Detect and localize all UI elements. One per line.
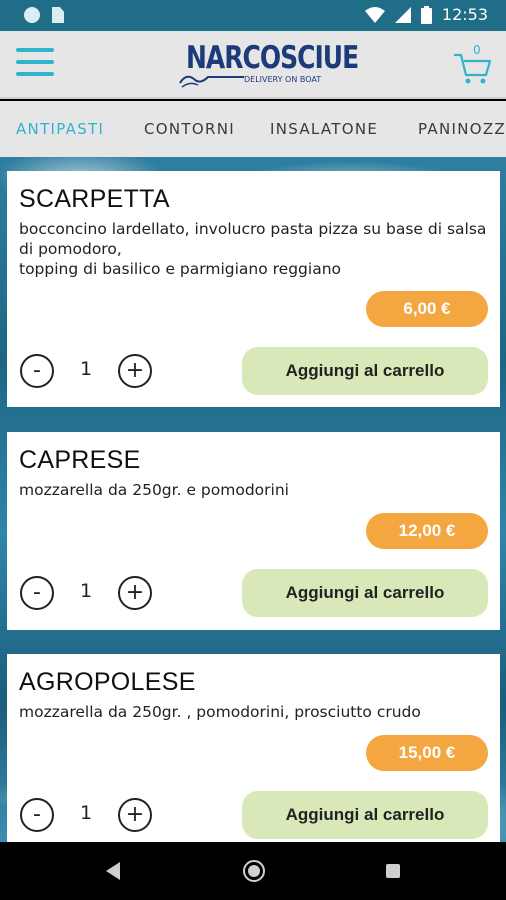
decrease-quantity-button[interactable]: - [20,798,54,832]
recent-apps-icon[interactable] [386,864,400,878]
price-badge: 6,00 € [366,291,488,327]
quantity-value: 1 [79,358,93,380]
product-card: CAPRESE mozzarella da 250gr. e pomodorin… [7,432,500,630]
back-icon[interactable] [106,862,120,880]
product-title: CAPRESE [19,446,141,474]
product-description: bocconcino lardellato, involucro pasta p… [19,220,487,278]
logo: NARCOSCIUE DELIVERY ON BOAT [178,39,359,91]
product-title: AGROPOLESE [19,668,196,696]
signal-icon [394,6,411,23]
tab-contorni[interactable]: CONTORNI [144,120,235,138]
tab-antipasti[interactable]: ANTIPASTI [16,120,104,138]
logo-wave-icon [179,75,244,88]
battery-icon [420,5,432,24]
increase-quantity-button[interactable]: + [118,576,152,610]
notification-dot-icon [24,7,40,23]
product-description: mozzarella da 250gr. e pomodorini [19,481,289,499]
category-tabs: ANTIPASTI CONTORNI INSALATONE PANINOZZ [0,101,506,157]
decrease-quantity-button[interactable]: - [20,354,54,388]
logo-tagline: DELIVERY ON BOAT [244,75,322,84]
product-description: mozzarella da 250gr. , pomodorini, prosc… [19,703,421,721]
cart-count-badge: 0 [473,43,481,57]
price-badge: 12,00 € [366,513,488,549]
system-nav-bar [0,842,506,900]
product-card: SCARPETTA bocconcino lardellato, involuc… [7,171,500,407]
menu-icon[interactable] [16,48,54,80]
increase-quantity-button[interactable]: + [118,798,152,832]
status-time: 12:53 [441,5,488,24]
app-header: NARCOSCIUE DELIVERY ON BOAT 0 [0,31,506,99]
tab-insalatone[interactable]: INSALATONE [270,120,378,138]
status-bar: 12:53 [0,0,506,31]
product-card: AGROPOLESE mozzarella da 250gr. , pomodo… [7,654,500,842]
product-list[interactable]: SCARPETTA bocconcino lardellato, involuc… [0,157,506,842]
add-to-cart-button[interactable]: Aggiungi al carrello [242,791,488,839]
quantity-value: 1 [79,802,93,824]
add-to-cart-button[interactable]: Aggiungi al carrello [242,347,488,395]
decrease-quantity-button[interactable]: - [20,576,54,610]
sim-card-icon [52,7,64,23]
cart-icon[interactable] [452,47,492,87]
tab-paninozzi[interactable]: PANINOZZ [418,120,506,138]
add-to-cart-button[interactable]: Aggiungi al carrello [242,569,488,617]
price-badge: 15,00 € [366,735,488,771]
wifi-icon [364,6,385,23]
product-title: SCARPETTA [19,185,170,213]
home-icon[interactable] [243,860,265,882]
increase-quantity-button[interactable]: + [118,354,152,388]
quantity-value: 1 [79,580,93,602]
